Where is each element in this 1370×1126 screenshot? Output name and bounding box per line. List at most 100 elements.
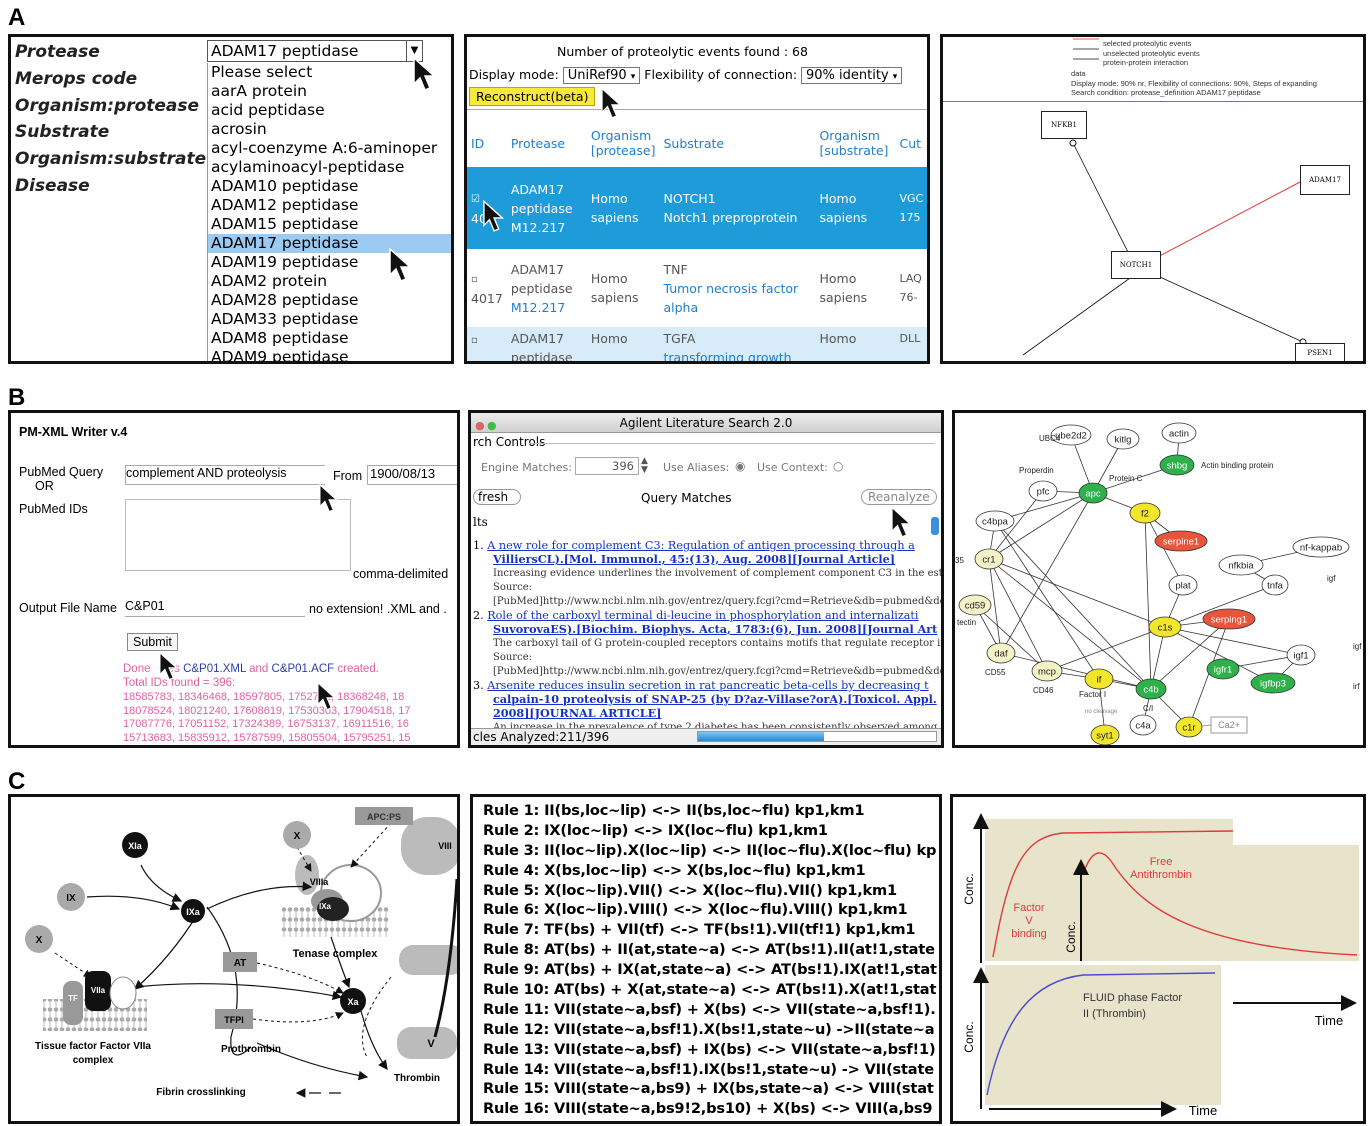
display-mode-select[interactable]: UniRef90 ▾ <box>562 67 641 84</box>
substrate-description: Notch1 preproprotein <box>663 210 798 225</box>
node-label: nf-kappab <box>1300 543 1342 554</box>
result-citation: VilliersCL).[Mol. Immunol., 45:(13), Aug… <box>473 553 931 566</box>
merops-code[interactable]: M12.217 <box>511 300 566 315</box>
protease-option[interactable]: ADAM28 peptidase <box>208 291 451 310</box>
legend-data: data <box>1071 69 1086 78</box>
from-label: From <box>333 469 363 483</box>
node-label: serpine1 <box>1163 537 1199 548</box>
output-file-input[interactable]: C&P01 <box>125 599 305 617</box>
substrate-description[interactable]: transforming growth <box>663 350 791 361</box>
col-header-organism-protease[interactable]: Organism [protease] <box>587 119 660 167</box>
node-label: apc <box>1085 489 1101 500</box>
inset-y-label: Conc. <box>1064 921 1078 952</box>
network-legend-info: data Display mode: 90% nr, Flexibility o… <box>1071 69 1317 98</box>
node-nfkb1[interactable]: NFKB1 <box>1041 111 1087 139</box>
result-title-link[interactable]: Arsenite reduces insulin secretion in ra… <box>487 679 928 692</box>
result-title-link[interactable]: Role of the carboxyl terminal di-leucine… <box>487 609 918 622</box>
row-checkbox[interactable]: ☑ <box>471 194 480 205</box>
scrollbar-thumb[interactable] <box>931 517 939 535</box>
result-citation-link[interactable]: calpain-10 proteolysis of SNAP-25 (by D?… <box>493 692 937 706</box>
col-header-organism-substrate[interactable]: Organism [substrate] <box>815 119 895 167</box>
row-checkbox[interactable]: ▫ <box>471 274 478 285</box>
comma-delimited-note: comma-delimited <box>353 567 449 581</box>
created-text: created. <box>337 663 379 675</box>
protease-option[interactable]: ADAM9 peptidase <box>208 348 451 361</box>
row-id-cell[interactable]: ▫ 4017 <box>467 249 507 327</box>
from-date-input[interactable]: 1900/08/13 <box>367 465 457 485</box>
protease-option[interactable]: ADAM8 peptidase <box>208 329 451 348</box>
protease-option[interactable]: ADAM19 peptidase <box>208 253 451 272</box>
network-edge <box>988 558 1166 628</box>
merops-code[interactable]: M12.217 <box>511 220 566 235</box>
acf-file-link[interactable]: C&P01.ACF <box>272 663 335 675</box>
protease-option[interactable]: ADAM2 protein <box>208 272 451 291</box>
protease-option[interactable]: ADAM15 peptidase <box>208 215 451 234</box>
node-adam17[interactable]: ADAM17 <box>1300 165 1350 195</box>
protease-search-form: Protease Merops code Organism:protease S… <box>8 34 454 364</box>
node-label: kitlg <box>1115 435 1132 446</box>
engine-matches-field[interactable]: 396 <box>575 457 639 475</box>
result-citation-link[interactable]: SuvorovaES).[Biochim. Biophys. Acta, 178… <box>493 622 937 636</box>
row-checkbox[interactable]: ▫ <box>471 335 478 346</box>
window-close-icon[interactable]: ● <box>475 416 485 436</box>
context-radio[interactable]: ○ <box>833 459 843 473</box>
protease-option[interactable]: acylaminoacyl-peptidase <box>208 158 451 177</box>
node-xa-label: Xa <box>347 997 359 1007</box>
substrate-description[interactable]: Tumor necrosis factor alpha <box>663 281 798 315</box>
window-zoom-icon[interactable]: ● <box>487 416 497 436</box>
reconstruct-button[interactable]: Reconstruct(beta) <box>469 87 596 106</box>
rule-line: Rule 9: AT(bs) + IX(at,state~a) <-> AT(b… <box>483 961 937 979</box>
network-edge <box>1046 626 1166 672</box>
row-id-cell[interactable]: ▫ <box>467 327 507 361</box>
apc-ps-label: APC:PS <box>367 812 401 822</box>
rule-line: Rule 12: VII(state~a,bsf!1).X(bs!1,state… <box>483 1020 935 1038</box>
reanalyze-button[interactable]: Reanalyze <box>861 489 937 505</box>
table-row[interactable]: ▫ ADAM17 peptidase Homo TGFA transforming… <box>467 327 927 361</box>
network-label-cd46: CD46 <box>1033 686 1054 695</box>
col-header-cut[interactable]: Cut <box>895 119 927 167</box>
node-v-label: V <box>427 1038 435 1050</box>
flexibility-select[interactable]: 90% identity ▾ <box>801 67 903 84</box>
events-found-count: Number of proteolytic events found : 68 <box>557 44 808 59</box>
result-citation-link[interactable]: VilliersCL).[Mol. Immunol., 45:(13), Aug… <box>493 552 895 566</box>
flexibility-label: Flexibility of connection: <box>644 67 798 82</box>
concentration-plots: Conc. Conc. Conc. Time Time Free Antithr… <box>962 813 1359 1118</box>
protease-select[interactable]: ADAM17 peptidase ▼ <box>207 40 423 62</box>
col-header-protease[interactable]: Protease <box>507 119 587 167</box>
stepper-icon[interactable]: ▲ ▼ <box>641 457 648 475</box>
protease-option[interactable]: ADAM10 peptidase <box>208 177 451 196</box>
submit-button[interactable]: Submit <box>127 633 178 651</box>
pubmed-ids-textarea[interactable] <box>125 499 351 571</box>
table-row[interactable]: ▫ 4017 ADAM17 peptidase M12.217 Homo sapie… <box>467 249 927 327</box>
refresh-button[interactable]: fresh <box>473 489 522 505</box>
label-disease: Disease <box>15 175 90 196</box>
protease-option-list[interactable]: Please select aarA protein acid peptidase a… <box>207 63 451 361</box>
progress-fill <box>698 732 825 741</box>
panel-label-b: B <box>8 384 26 411</box>
col-header-substrate[interactable]: Substrate <box>659 119 815 167</box>
protease-option[interactable]: acyl-coenzyme A:6-aminoper <box>208 139 451 158</box>
protease-option[interactable]: ADAM17 peptidase <box>208 234 451 253</box>
protease-option[interactable]: ADAM33 peptidase <box>208 310 451 329</box>
result-title-link[interactable]: A new role for complement C3: Regulation… <box>487 539 915 552</box>
protease-option[interactable]: acrosin <box>208 120 451 139</box>
aliases-radio[interactable]: ◉ <box>735 459 745 473</box>
network-label-factori: Factor I <box>1079 690 1106 699</box>
protease-option[interactable]: acid peptidase <box>208 101 451 120</box>
network-label-tectin: tectin <box>957 618 976 627</box>
result-abstract: Increasing evidence underlines the invol… <box>493 568 944 579</box>
rule-line: Rule 1: II(bs,loc~lip) <-> II(bs,loc~flu… <box>483 802 865 819</box>
pubmed-query-input[interactable]: complement AND proteolysis <box>125 465 325 485</box>
col-header-id[interactable]: ID <box>467 119 507 167</box>
node-xia-label: XIa <box>128 841 143 851</box>
table-row[interactable]: ☑ 40 ADAM17 peptidase M12.217 Homo sapiens… <box>467 167 927 249</box>
protease-option[interactable]: ADAM12 peptidase <box>208 196 451 215</box>
node-psen1[interactable]: PSEN1 <box>1295 343 1345 361</box>
node-notch1[interactable]: NOTCH1 <box>1111 251 1161 279</box>
at-label: AT <box>234 958 247 969</box>
xml-file-link[interactable]: C&P01.XML <box>183 663 246 675</box>
network-label-cd55: CD55 <box>985 668 1006 677</box>
node-label: plat <box>1175 581 1191 592</box>
result-citation-link[interactable]: 2008][JOURNAL ARTICLE] <box>493 706 661 720</box>
chevron-down-icon: ▾ <box>892 72 898 82</box>
